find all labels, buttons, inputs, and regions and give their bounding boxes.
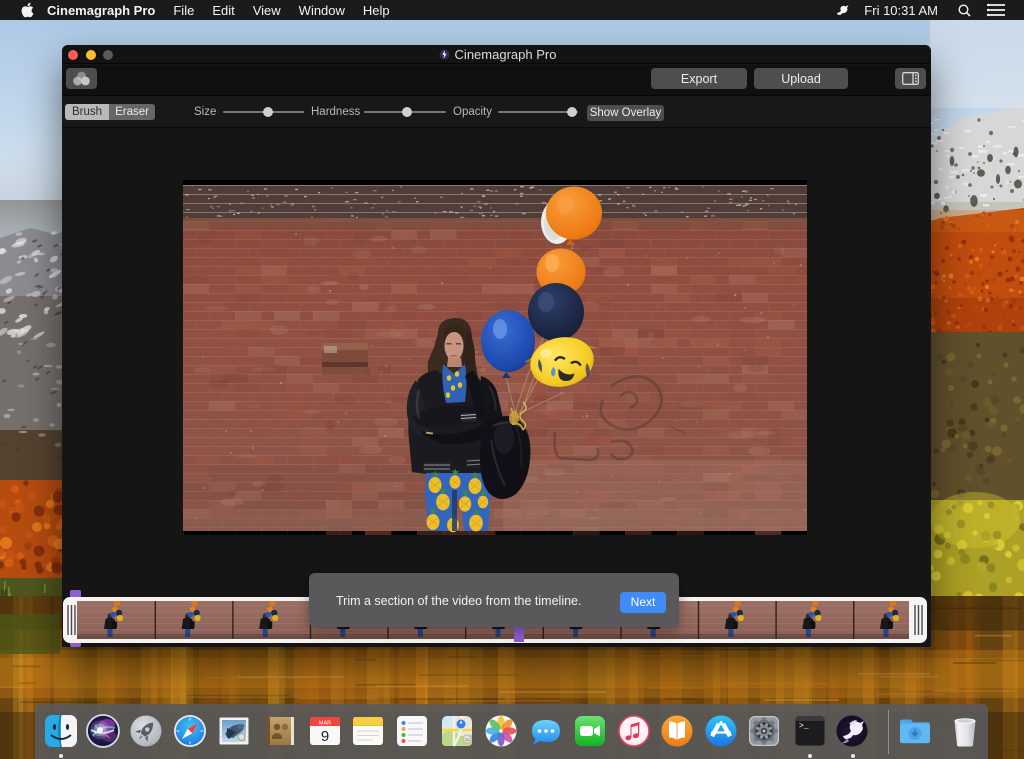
svg-text:9: 9 bbox=[321, 728, 329, 745]
svg-text:3D: 3D bbox=[464, 737, 469, 742]
svg-text:>_: >_ bbox=[799, 722, 809, 731]
svg-text:MAR: MAR bbox=[319, 721, 331, 727]
